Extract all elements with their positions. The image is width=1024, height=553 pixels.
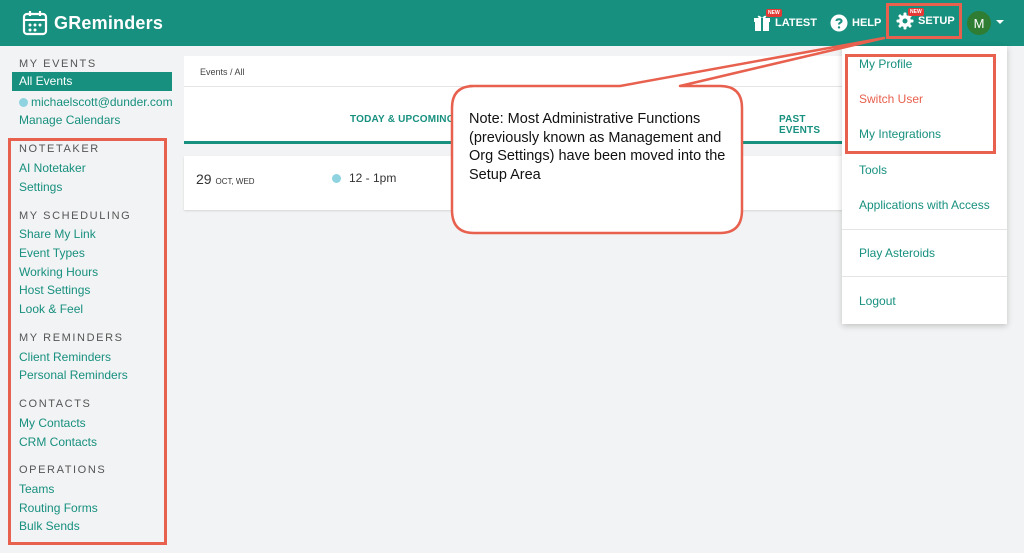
tab-today-upcoming[interactable]: TODAY & UPCOMING (350, 114, 455, 125)
help-button[interactable]: HELP (830, 8, 881, 38)
menu-item-logout[interactable]: Logout (859, 294, 896, 308)
calendar-logo-icon (22, 11, 48, 36)
help-circle-icon (830, 14, 848, 32)
menu-divider (842, 229, 1007, 230)
event-time-text: 12 - 1pm (349, 171, 397, 185)
user-avatar[interactable]: M (967, 11, 991, 35)
section-heading-my-events: MY EVENTS (19, 58, 97, 70)
caret-down-icon[interactable] (996, 20, 1004, 24)
app-name: GReminders (54, 12, 164, 33)
sidebar-item-all-events[interactable]: All Events (12, 72, 172, 91)
event-month-weekday: OCT, WED (215, 177, 255, 186)
setup-new-badge: NEW (908, 8, 924, 16)
sidebar-item-calendar[interactable]: michaelscott@dunder.com (19, 95, 173, 109)
latest-new-badge: NEW (766, 9, 782, 17)
event-time: 12 - 1pm (332, 171, 396, 185)
menu-item-play-asteroids[interactable]: Play Asteroids (859, 246, 935, 260)
event-day: 29 (196, 171, 212, 187)
menu-item-applications-with-access[interactable]: Applications with Access (859, 198, 990, 212)
menu-item-tools[interactable]: Tools (859, 163, 887, 177)
sidebar: MY EVENTS All Events michaelscott@dunder… (0, 46, 180, 553)
divider (184, 86, 844, 87)
latest-label: LATEST (775, 17, 817, 29)
setup-label: SETUP (918, 15, 955, 27)
menu-divider (842, 276, 1007, 277)
latest-button[interactable]: NEW LATEST (753, 8, 817, 38)
tab-past-events[interactable]: PAST EVENTS (779, 114, 844, 136)
callout-note-text: Note: Most Administrative Functions (pre… (469, 111, 726, 183)
calendar-color-dot (19, 98, 28, 107)
breadcrumb: Events / All (200, 67, 245, 77)
help-label: HELP (852, 17, 882, 29)
sidebar-highlight-box (8, 138, 167, 545)
sidebar-item-manage-calendars[interactable]: Manage Calendars (19, 113, 120, 127)
calendar-color-dot (332, 174, 341, 183)
calendar-email: michaelscott@dunder.com (31, 95, 173, 109)
dropdown-highlight-box (845, 54, 996, 154)
brand-logo[interactable]: GReminders (22, 8, 163, 38)
top-bar: GReminders NEW LATEST HELP NEW SETUP M (0, 0, 1024, 46)
setup-button[interactable]: NEW SETUP (886, 3, 962, 39)
event-date: 29 OCT, WED (196, 171, 255, 187)
